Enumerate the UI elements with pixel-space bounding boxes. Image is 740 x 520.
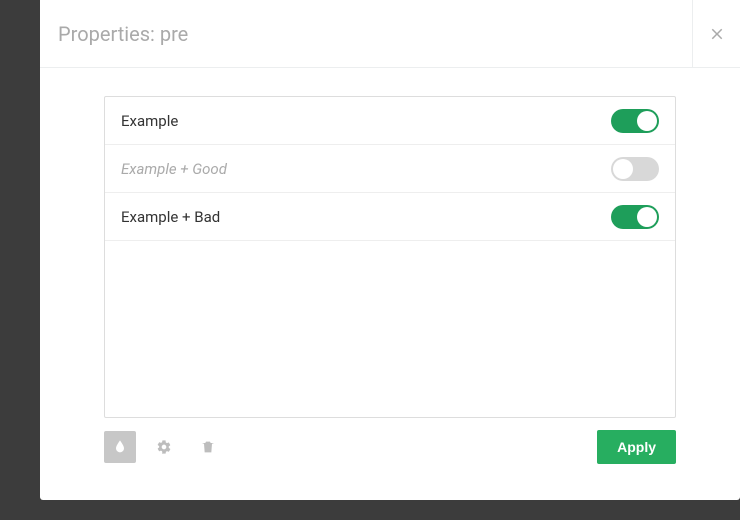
drop-icon [112, 439, 128, 455]
list-item: Example + Good [105, 145, 675, 193]
gear-icon [156, 439, 172, 455]
modal-body: Example Example + Good Example + Bad [40, 68, 740, 418]
properties-list: Example Example + Good Example + Bad [104, 96, 676, 418]
apply-button[interactable]: Apply [597, 430, 676, 464]
toggle-switch[interactable] [611, 205, 659, 229]
toggle-knob [637, 111, 657, 131]
close-button[interactable] [692, 0, 740, 68]
list-item: Example [105, 97, 675, 145]
list-item: Example + Bad [105, 193, 675, 241]
trash-icon [200, 439, 216, 455]
modal-header: Properties: pre [40, 0, 740, 68]
delete-button[interactable] [192, 431, 224, 463]
toggle-switch[interactable] [611, 157, 659, 181]
modal-footer: Apply [40, 418, 740, 464]
close-icon [708, 25, 726, 43]
drop-button[interactable] [104, 431, 136, 463]
list-item-label: Example + Bad [121, 208, 220, 226]
toggle-switch[interactable] [611, 109, 659, 133]
modal-title: Properties: pre [40, 22, 188, 46]
list-item-label: Example + Good [121, 160, 227, 178]
toggle-knob [613, 159, 633, 179]
footer-toolbar [104, 431, 224, 463]
list-item-label: Example [121, 112, 178, 130]
toggle-knob [637, 207, 657, 227]
properties-modal: Properties: pre Example Example + Good E… [40, 0, 740, 500]
settings-button[interactable] [148, 431, 180, 463]
